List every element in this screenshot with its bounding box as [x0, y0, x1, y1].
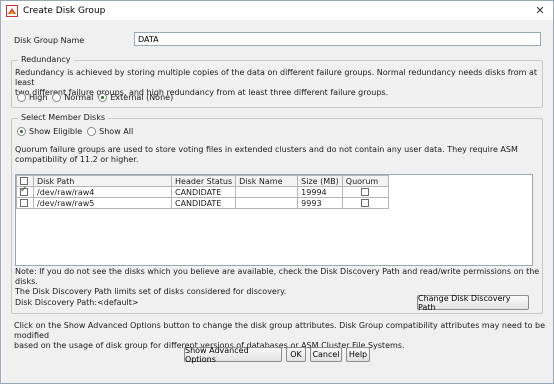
ok-button[interactable]: OK	[286, 347, 306, 362]
discovery-note-line-1: Note: If you do not see the disks which …	[15, 267, 540, 286]
radio-label: Normal	[64, 93, 94, 102]
redundancy-options: High Normal External (None)	[17, 93, 178, 102]
create-disk-group-dialog: Create Disk Group ✕ Disk Group Name Redu…	[0, 0, 554, 384]
quorum-checkbox[interactable]	[361, 188, 370, 196]
radio-label: Show All	[99, 127, 134, 136]
table-row[interactable]: /dev/raw/raw4 CANDIDATE 19994	[16, 185, 389, 198]
redundancy-legend: Redundancy	[18, 55, 74, 64]
column-header[interactable]: Quorum	[341, 175, 389, 187]
quorum-note: Quorum failure groups are used to store …	[15, 145, 518, 165]
radio-label: High	[29, 93, 48, 102]
dialog-body: Disk Group Name Redundancy Redundancy is…	[2, 20, 553, 383]
radio-indicator	[17, 127, 26, 136]
select-all-checkbox[interactable]	[20, 177, 28, 185]
radio-label: Show Eligible	[29, 127, 83, 136]
title-bar[interactable]: Create Disk Group ✕	[1, 1, 553, 20]
advanced-info-line-1: Click on the Show Advanced Options butto…	[14, 321, 546, 340]
column-header[interactable]: Header Status	[170, 175, 237, 187]
redundancy-group: Redundancy Redundancy is achieved by sto…	[11, 55, 543, 108]
size-cell: 9993	[297, 197, 343, 209]
disk-discovery-path-label: Disk Discovery Path:<default>	[15, 298, 139, 307]
radio-indicator	[98, 93, 108, 102]
quorum-checkbox[interactable]	[361, 199, 370, 207]
radio-indicator	[52, 93, 62, 102]
cancel-button[interactable]: Cancel	[310, 347, 342, 362]
discovery-note: Note: If you do not see the disks which …	[15, 267, 542, 297]
radio-label: External (None)	[110, 93, 174, 102]
disk-table: Disk Path Header Status Disk Name Size (…	[16, 175, 389, 209]
redundancy-external-radio[interactable]: External (None)	[98, 93, 173, 102]
redundancy-description-line-1: Redundancy is achieved by storing multip…	[15, 68, 537, 87]
quorum-note-line-2: compatibility of 11.2 or higher.	[15, 155, 139, 164]
help-button[interactable]: Help	[346, 347, 370, 362]
redundancy-high-radio[interactable]: High	[17, 93, 47, 102]
row-select-checkbox[interactable]	[20, 199, 28, 207]
show-all-radio[interactable]: Show All	[87, 127, 133, 136]
close-icon[interactable]: ✕	[530, 3, 550, 17]
advanced-options-info: Click on the Show Advanced Options butto…	[14, 321, 553, 351]
disk-name-cell[interactable]	[235, 186, 299, 198]
disk-filter-options: Show Eligible Show All	[17, 127, 138, 136]
row-select-cell[interactable]	[16, 185, 34, 198]
member-disks-legend: Select Member Disks	[18, 113, 109, 122]
window-title: Create Disk Group	[23, 5, 106, 16]
quorum-cell[interactable]	[341, 197, 389, 209]
row-select-checkbox[interactable]	[20, 185, 28, 196]
column-header[interactable]: Disk Name	[235, 175, 299, 187]
quorum-cell[interactable]	[341, 186, 389, 198]
app-icon	[6, 4, 18, 17]
quorum-note-line-1: Quorum failure groups are used to store …	[15, 145, 518, 154]
column-header[interactable]: Size (MB)	[297, 175, 343, 187]
row-select-cell[interactable]	[16, 197, 34, 209]
header-status-cell: CANDIDATE	[170, 197, 237, 209]
table-header-row: Disk Path Header Status Disk Name Size (…	[16, 175, 389, 187]
table-row[interactable]: /dev/raw/raw5 CANDIDATE 9993	[16, 197, 389, 209]
disk-path-cell: /dev/raw/raw5	[33, 197, 172, 209]
radio-indicator	[87, 127, 97, 136]
disk-path-cell: /dev/raw/raw4	[33, 186, 172, 198]
disk-group-name-label: Disk Group Name	[14, 36, 85, 45]
show-advanced-options-button[interactable]: Show Advanced Options	[184, 346, 282, 364]
size-cell: 19994	[297, 186, 343, 198]
advanced-info-line-2: based on the usage of disk group for dif…	[14, 341, 405, 350]
header-status-cell: CANDIDATE	[170, 186, 237, 198]
redundancy-normal-radio[interactable]: Normal	[52, 93, 93, 102]
radio-indicator	[17, 93, 26, 102]
disk-name-cell[interactable]	[235, 197, 299, 209]
change-discovery-path-button[interactable]: Change Disk Discovery Path	[417, 294, 529, 312]
column-header[interactable]: Disk Path	[33, 175, 172, 187]
show-eligible-radio[interactable]: Show Eligible	[17, 127, 82, 136]
disk-group-name-input[interactable]	[134, 32, 541, 46]
